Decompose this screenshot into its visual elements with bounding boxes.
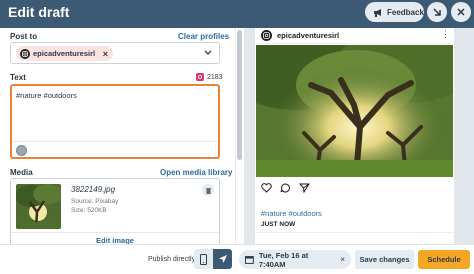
emoji-icon[interactable] [16,145,27,156]
preview-username: epicadventuresirl [277,31,340,40]
arrow-down-right-icon [433,8,441,16]
save-changes-button[interactable]: Save changes [355,250,414,269]
avatar [261,30,272,41]
header-bar: Edit draft Feedback [0,0,474,28]
phone-icon [200,253,207,265]
preview-panel: epicadventuresirl ⋮ #nature #outdoors JU… [244,28,474,244]
megaphone-icon [374,8,381,17]
page-title: Edit draft [8,4,70,20]
post-to-label: Post to [10,32,38,41]
feedback-button[interactable]: Feedback [365,2,424,22]
media-source: Source: Pixabay [71,198,119,205]
instagram-icon [20,48,30,59]
preview-caption: #nature #outdoors [261,209,322,218]
scrollbar-thumb[interactable] [237,30,242,160]
publish-directly-toggle[interactable] [213,249,232,269]
media-item: 3822149.jpg Source: Pixabay Size: 520KB … [10,178,220,244]
profile-selector[interactable]: epicadventuresirl × [10,42,220,64]
close-button[interactable] [451,2,471,22]
profile-name: epicadventuresirl [33,49,96,58]
schedule-button[interactable]: Schedule [418,250,470,269]
mobile-notification-toggle[interactable] [194,249,213,269]
post-text-input[interactable]: #nature #outdoors [10,84,220,159]
instagram-preview-card: epicadventuresirl ⋮ #nature #outdoors JU… [255,28,454,244]
preview-image [256,45,453,177]
delete-media-button[interactable] [202,184,214,196]
post-text-content: #nature #outdoors [16,91,77,100]
divider [255,232,454,233]
media-filename: 3822149.jpg [71,185,116,194]
instagram-icon [196,73,204,81]
chevron-down-icon[interactable] [203,48,213,58]
profile-chip: epicadventuresirl × [16,46,113,61]
divider [11,232,219,233]
publish-directly-label: Publish directly [148,256,196,263]
media-thumbnail [16,184,61,229]
media-size: Size: 520KB [71,207,107,214]
remove-profile-icon[interactable]: × [103,49,108,59]
preview-header: epicadventuresirl ⋮ [255,28,454,44]
footer-bar: Publish directly Tue, Feb 16 at 7:40AM ×… [0,244,474,274]
minimize-button[interactable] [427,2,447,22]
calendar-icon [245,256,254,264]
text-label: Text [10,73,26,82]
send-icon [218,255,227,263]
more-options-icon: ⋮ [441,29,450,39]
comment-icon [280,183,290,193]
char-count: 2183 [207,73,223,81]
instagram-icon [263,32,270,39]
preview-timestamp: JUST NOW [261,221,296,228]
edit-image-link[interactable]: Edit image [11,236,219,244]
preview-action-bar [261,183,310,193]
heart-icon [261,183,272,193]
scheduled-datetime: Tue, Feb 16 at 7:40AM [258,250,309,269]
share-icon [299,183,310,193]
char-counter: 2183 [196,73,223,81]
feedback-label: Feedback [387,7,424,17]
open-media-library-link[interactable]: Open media library [160,168,232,177]
media-label: Media [10,168,33,177]
clear-date-icon[interactable]: × [340,255,345,264]
trash-icon [205,187,211,194]
editor-panel: Post to Clear profiles epicadventuresirl… [0,28,235,244]
schedule-datetime-picker[interactable]: Tue, Feb 16 at 7:40AM × [239,250,351,269]
clear-profiles-link[interactable]: Clear profiles [178,32,229,41]
close-icon [457,8,465,16]
text-input-toolbar [12,141,218,157]
